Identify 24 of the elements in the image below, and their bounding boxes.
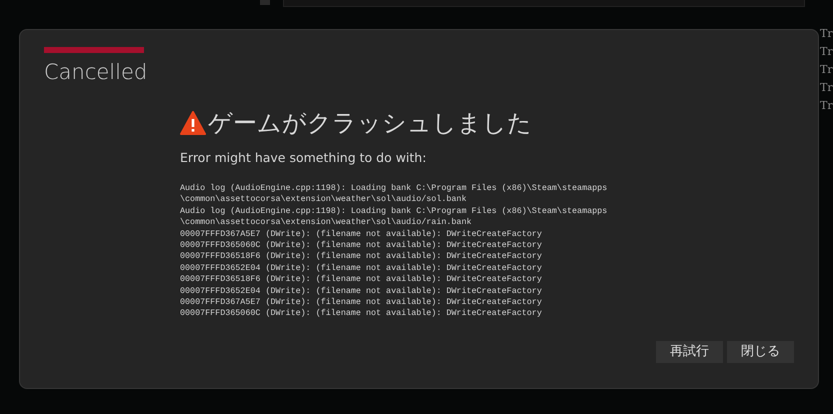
dialog-title: ゲームがクラッシュしました <box>208 108 532 138</box>
close-button[interactable]: 閉じる <box>727 341 794 363</box>
log-line: 00007FFFD36518F6 (DWrite): (filename not available): DWriteCreateFactory <box>180 274 543 286</box>
log-line: Audio log (AudioEngine.cpp:1198): Loading bank C:\Program Files (x86)\Steam\steamapps <box>180 183 608 194</box>
log-line: \common\assettocorsa\extension\weather\sol\audio/rain.bank <box>180 217 472 229</box>
log-line: Audio log (AudioEngine.cpp:1198): Loading bank C:\Program Files (x86)\Steam\steamapps <box>180 206 608 218</box>
log-line: 00007FFFD365060C (DWrite): (filename not available): DWriteCreateFactory <box>180 240 543 252</box>
log-line: 00007FFFD3652E04 (DWrite): (filename not available): DWriteCreateFactory <box>180 286 543 298</box>
log-line: 00007FFFD3652E04 (DWrite): (filename not available): DWriteCreateFactory <box>180 262 543 274</box>
list-item-text: Tr <box>820 64 833 76</box>
log-line: 00007FFFD365060C (DWrite): (filename not available): DWriteCreateFactory <box>180 308 543 320</box>
list-item-text: Tr <box>820 82 833 94</box>
log-line: 00007FFFD367A5E7 (DWrite): (filename not available): DWriteCreateFactory <box>180 228 543 240</box>
retry-button[interactable]: 再試行 <box>656 341 723 363</box>
square-mark <box>260 0 270 5</box>
log-line: 00007FFFD36518F6 (DWrite): (filename not available): DWriteCreateFactory <box>180 251 543 263</box>
log-line: \common\assettocorsa\extension\weather\sol\audio/sol.bank <box>180 194 468 206</box>
warning-icon <box>180 111 206 135</box>
list-item-text: Tr <box>820 46 833 58</box>
list-item-text: Tr <box>820 100 833 112</box>
list-item-text: Tr <box>820 28 833 40</box>
log-line: 00007FFFD367A5E7 (DWrite): (filename not available): DWriteCreateFactory <box>180 297 543 308</box>
error-message: Error might have something to do with: <box>180 149 426 167</box>
dialog-status: Cancelled <box>44 59 148 85</box>
